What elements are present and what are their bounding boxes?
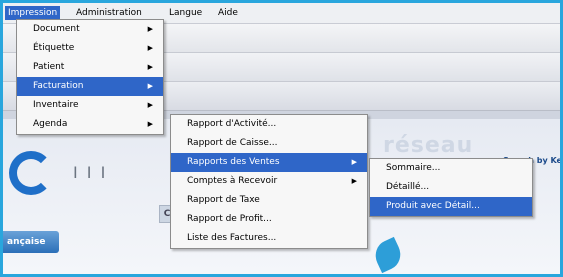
- submenu-arrow-icon: ▶: [147, 25, 153, 33]
- menu-item-label: Sommaire...: [386, 163, 441, 173]
- menu-item-comptes-recevoir[interactable]: Comptes à Recevoir ▶: [171, 172, 367, 191]
- impression-menu: Document ▶ Étiquette ▶ Patient ▶ Facturatio…: [16, 19, 164, 135]
- submenu-arrow-icon: ▶: [147, 82, 153, 90]
- rapports-ventes-submenu: Sommaire... Détaillé... Produit avec Dét…: [369, 158, 533, 217]
- menu-item-produit-avec-detail[interactable]: Produit avec Détail...: [370, 197, 532, 216]
- menu-item-rapport-profit[interactable]: Rapport de Profit...: [171, 210, 367, 229]
- menu-item-label: Rapports des Ventes: [187, 157, 280, 167]
- menu-administration[interactable]: Administration: [73, 6, 145, 20]
- menu-langue[interactable]: Langue: [166, 6, 205, 20]
- logo-bars: I I I: [73, 163, 108, 182]
- menu-item-label: Facturation: [33, 81, 84, 91]
- menu-item-label: Comptes à Recevoir: [187, 176, 278, 186]
- menu-item-label: Document: [33, 24, 80, 34]
- menu-item-rapport-caisse[interactable]: Rapport de Caisse...: [171, 134, 367, 153]
- submenu-arrow-icon: ▶: [147, 101, 153, 109]
- menu-item-label: Agenda: [33, 119, 68, 129]
- app-logo: [9, 151, 53, 195]
- facturation-submenu: Rapport d'Activité... Rapport de Caisse.…: [170, 114, 368, 249]
- menu-item-rapport-activite[interactable]: Rapport d'Activité...: [171, 115, 367, 134]
- menu-item-rapports-ventes[interactable]: Rapports des Ventes ▶: [171, 153, 367, 172]
- submenu-arrow-icon: ▶: [351, 158, 357, 166]
- language-button[interactable]: ançaise: [3, 231, 59, 253]
- submenu-arrow-icon: ▶: [351, 177, 357, 185]
- menu-item-label: Détaillé...: [386, 182, 430, 192]
- menu-item-label: Rapport de Taxe: [187, 195, 260, 205]
- submenu-arrow-icon: ▶: [147, 63, 153, 71]
- menu-impression[interactable]: Impression: [5, 6, 61, 20]
- menu-item-sommaire[interactable]: Sommaire...: [370, 159, 532, 178]
- menu-item-label: Rapport d'Activité...: [187, 119, 277, 129]
- menu-item-facturation[interactable]: Facturation ▶: [17, 77, 163, 96]
- menu-item-document[interactable]: Document ▶: [17, 20, 163, 39]
- menu-item-label: Inventaire: [33, 100, 79, 110]
- menu-item-agenda[interactable]: Agenda ▶: [17, 115, 163, 134]
- menu-item-label: Rapport de Profit...: [187, 214, 272, 224]
- menu-item-rapport-taxe[interactable]: Rapport de Taxe: [171, 191, 367, 210]
- menu-item-label: Rapport de Caisse...: [187, 138, 278, 148]
- menu-item-liste-factures[interactable]: Liste des Factures...: [171, 229, 367, 248]
- submenu-arrow-icon: ▶: [147, 44, 153, 52]
- menu-item-patient[interactable]: Patient ▶: [17, 58, 163, 77]
- menu-item-inventaire[interactable]: Inventaire ▶: [17, 96, 163, 115]
- brand-watermark: réseau: [383, 133, 474, 158]
- menu-item-etiquette[interactable]: Étiquette ▶: [17, 39, 163, 58]
- menu-aide[interactable]: Aide: [215, 6, 241, 20]
- menu-item-detaille[interactable]: Détaillé...: [370, 178, 532, 197]
- menu-item-label: Étiquette: [33, 43, 75, 53]
- menu-item-label: Produit avec Détail...: [386, 201, 480, 211]
- menu-item-label: Liste des Factures...: [187, 233, 277, 243]
- submenu-arrow-icon: ▶: [147, 120, 153, 128]
- menu-item-label: Patient: [33, 62, 65, 72]
